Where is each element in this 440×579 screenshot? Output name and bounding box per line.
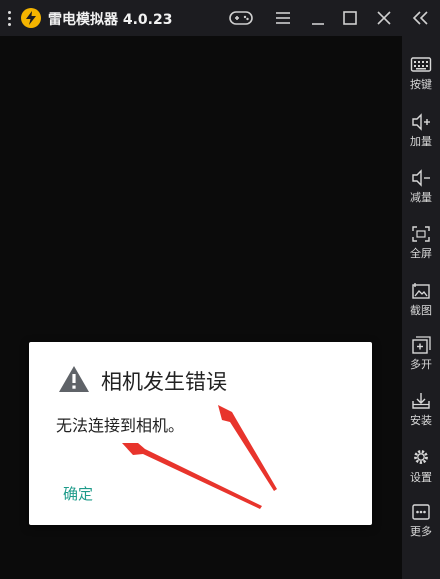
- collapse-sidebar-icon[interactable]: [408, 6, 434, 30]
- dialog-title: 相机发生错误: [101, 370, 227, 394]
- settings-icon: [414, 450, 428, 464]
- close-icon[interactable]: [371, 6, 397, 30]
- hamburger-menu-icon[interactable]: [270, 6, 296, 30]
- sidebar-item-label: 减量: [410, 191, 432, 204]
- confirm-button[interactable]: 确定: [63, 483, 93, 504]
- error-dialog: 相机发生错误 无法连接到相机。 确定: [29, 342, 372, 525]
- screenshot-icon: [412, 283, 430, 299]
- sidebar-item-label: 加量: [410, 135, 432, 148]
- volume-down-icon: [412, 169, 430, 187]
- sidebar-item-label: 截图: [410, 304, 432, 317]
- sidebar-item-label: 按键: [410, 78, 432, 91]
- warning-icon: [59, 366, 89, 392]
- sidebar-item-volume-down[interactable]: 减量: [402, 163, 440, 215]
- sidebar-item-label: 多开: [410, 358, 432, 371]
- more-icon: [412, 504, 430, 520]
- dialog-message: 无法连接到相机。: [56, 416, 185, 435]
- volume-up-icon: [412, 113, 430, 131]
- install-icon: [412, 393, 430, 409]
- right-sidebar: 按键 加量 减量 全屏 截图 多开 安装 设置 更多: [402, 36, 440, 579]
- sidebar-item-multi-instance[interactable]: 多开: [402, 330, 440, 382]
- keyboard-icon: [410, 57, 432, 72]
- sidebar-item-keyboard[interactable]: 按键: [402, 50, 440, 102]
- app-logo: [21, 8, 41, 28]
- fullscreen-icon: [412, 226, 430, 242]
- title-bar: 雷电模拟器 4.0.23: [0, 0, 440, 36]
- sidebar-item-volume-up[interactable]: 加量: [402, 107, 440, 159]
- menu-dots-icon[interactable]: [8, 11, 12, 29]
- sidebar-item-settings[interactable]: 设置: [402, 441, 440, 493]
- sidebar-item-label: 全屏: [410, 247, 432, 260]
- app-title: 雷电模拟器 4.0.23: [48, 12, 173, 28]
- sidebar-item-more[interactable]: 更多: [402, 497, 440, 549]
- sidebar-item-install[interactable]: 安装: [402, 386, 440, 438]
- maximize-icon[interactable]: [337, 6, 363, 30]
- sidebar-item-label: 设置: [410, 471, 432, 484]
- sidebar-item-label: 更多: [410, 525, 432, 538]
- sidebar-item-fullscreen[interactable]: 全屏: [402, 219, 440, 271]
- sidebar-item-label: 安装: [410, 414, 432, 427]
- gamepad-icon[interactable]: [228, 6, 254, 30]
- sidebar-item-screenshot[interactable]: 截图: [402, 276, 440, 328]
- minimize-icon[interactable]: [305, 6, 331, 30]
- multi-instance-icon: [412, 336, 431, 354]
